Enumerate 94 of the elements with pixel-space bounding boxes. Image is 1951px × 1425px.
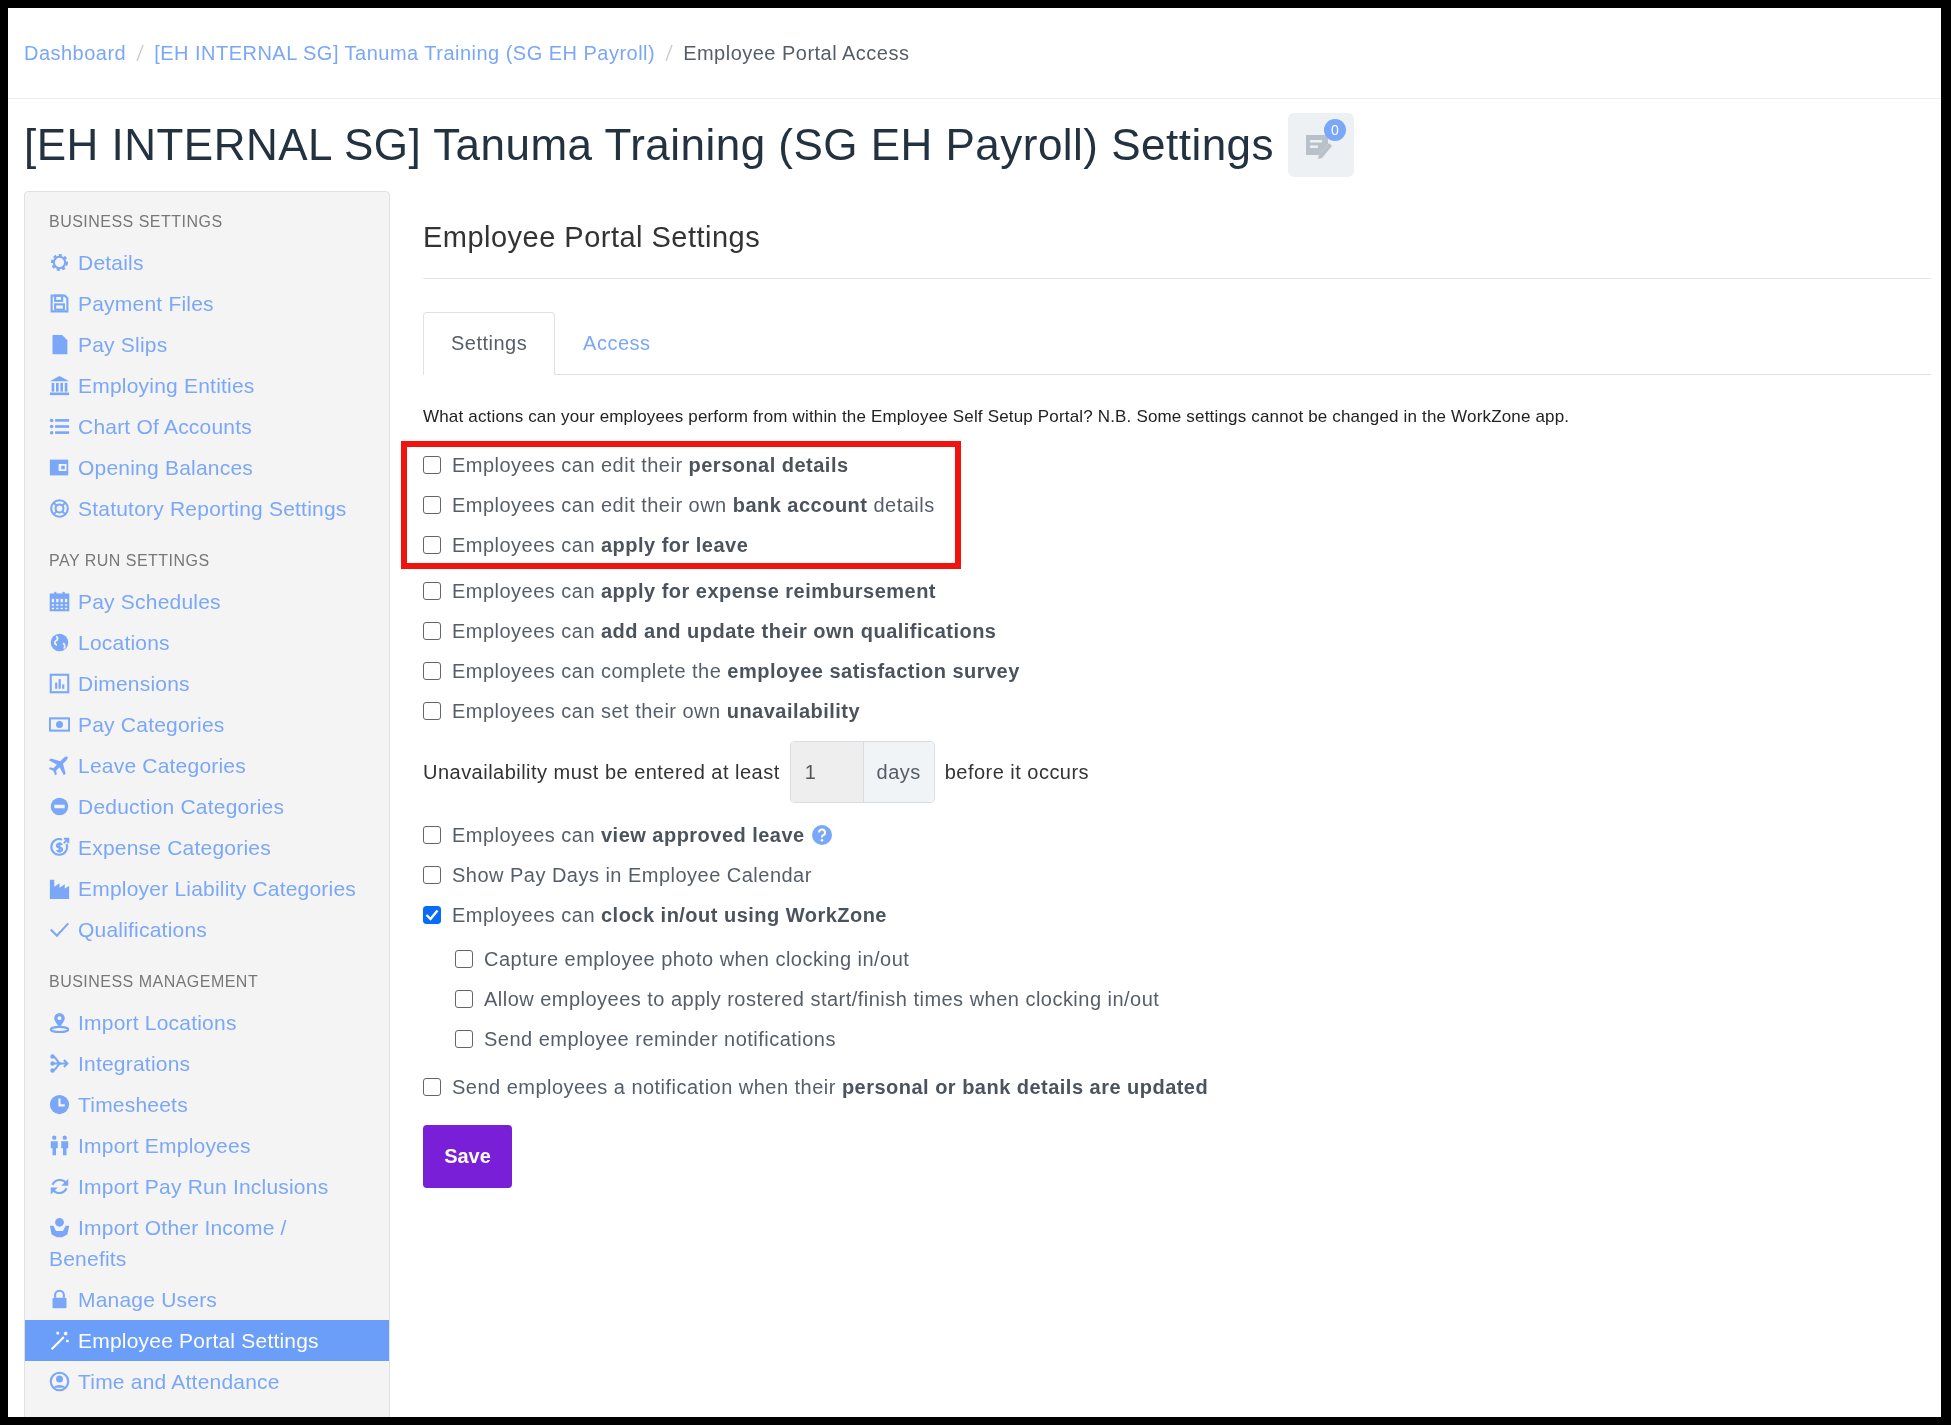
sidebar-heading: BUSINESS SETTINGS	[48, 212, 224, 232]
page-title: [EH INTERNAL SG] Tanuma Training (SG EH Payroll) Settings	[24, 120, 1274, 170]
sidebar-item[interactable]: Opening Balances	[25, 447, 389, 488]
breadcrumb-link[interactable]: [EH INTERNAL SG] Tanuma Training (SG EH Payroll)	[154, 41, 656, 65]
list-icon	[49, 416, 70, 437]
save-button[interactable]: Save	[423, 1125, 512, 1188]
option-label: Employees can edit their personal details	[452, 453, 849, 477]
sidebar-item[interactable]: Timesheets	[25, 1084, 389, 1125]
checkbox[interactable]	[455, 990, 473, 1008]
slash-separator-icon	[665, 44, 674, 62]
checkbox[interactable]	[423, 702, 441, 720]
option-label: Employees can set their own unavailability	[452, 699, 861, 723]
sidebar-item[interactable]: Import Employees	[25, 1125, 389, 1166]
field-label: before it occurs	[944, 760, 1090, 784]
option-label: Employees can add and update their own qualifications	[452, 619, 997, 643]
option-label: Capture employee photo when clocking in/out	[484, 947, 910, 971]
banknote-icon	[49, 714, 70, 735]
sidebar-item[interactable]: Employee Portal Settings	[25, 1320, 389, 1361]
sidebar-item[interactable]: Employing Entities	[25, 365, 389, 406]
checkbox[interactable]	[423, 622, 441, 640]
option-label: Employees can apply for expense reimbursement	[452, 579, 936, 603]
sidebar-item[interactable]: Manage Users	[25, 1279, 389, 1320]
bar-chart-icon	[49, 673, 70, 694]
checkbox[interactable]	[423, 1078, 441, 1096]
bank-icon	[49, 375, 70, 396]
notes-button[interactable]: 0	[1288, 113, 1354, 177]
checkbox[interactable]	[455, 1030, 473, 1048]
tab[interactable]: Settings	[423, 312, 556, 375]
sidebar-item[interactable]: Pay Categories	[25, 704, 389, 745]
magic-wand-icon	[49, 1330, 70, 1351]
sidebar-heading: PAY RUN SETTINGS	[48, 551, 211, 571]
option-label: Show Pay Days in Employee Calendar	[452, 863, 812, 887]
globe-icon	[49, 632, 70, 653]
lifebuoy-icon	[49, 498, 70, 519]
dollar-circle-icon	[49, 837, 70, 858]
checkbox[interactable]	[423, 536, 441, 554]
field-label: Unavailability must be entered at least	[423, 760, 780, 784]
option-label: Employees can view approved leave	[452, 823, 805, 847]
notification-badge: 0	[1324, 119, 1346, 141]
sidebar-item[interactable]: Employer Liability Categories	[25, 868, 389, 909]
sidebar-item[interactable]: Statutory Reporting Settings	[25, 488, 389, 529]
person-circle-icon	[49, 1371, 70, 1392]
airplane-icon	[49, 755, 70, 776]
sidebar-item[interactable]: Chart Of Accounts	[25, 406, 389, 447]
breadcrumb-current: Employee Portal Access	[683, 41, 910, 65]
unit-label: days	[863, 742, 934, 802]
checkbox[interactable]	[423, 826, 441, 844]
option-label: Employees can complete the employee satisfaction survey	[452, 659, 1020, 683]
sidebar-item[interactable]: Import Other Income / Benefits	[25, 1207, 389, 1279]
sidebar-item[interactable]: Leave Categories	[25, 745, 389, 786]
sidebar-item[interactable]: Locations	[25, 622, 389, 663]
sidebar-item[interactable]: Payment Files	[25, 283, 389, 324]
refresh-icon	[49, 1176, 70, 1197]
checkbox[interactable]	[423, 496, 441, 514]
factory-icon	[49, 878, 70, 899]
clock-icon	[49, 1094, 70, 1115]
branch-arrow-icon	[49, 1053, 70, 1074]
map-pin-icon	[49, 1012, 70, 1033]
option-label: Employees can apply for leave	[452, 533, 749, 557]
tab[interactable]: Access	[555, 312, 679, 375]
number-field[interactable]: 1	[790, 742, 864, 802]
sidebar-item[interactable]: Expense Categories	[25, 827, 389, 868]
sidebar-item[interactable]: Integrations	[25, 1043, 389, 1084]
hands-icon	[49, 1217, 70, 1238]
description-text: What actions can your employees perform from within the Employee Self Setup Portal? N.B. Some settings cannot be changed in the WorkZone app.	[423, 407, 1571, 427]
checkbox[interactable]	[423, 906, 441, 924]
people-icon	[49, 1135, 70, 1156]
checkbox[interactable]	[423, 456, 441, 474]
sidebar-item[interactable]: Time and Attendance	[25, 1361, 389, 1402]
breadcrumb-link[interactable]: Dashboard	[24, 41, 127, 65]
sidebar-item[interactable]: Details	[25, 242, 389, 283]
checkbox[interactable]	[423, 662, 441, 680]
option-label: Send employees a notification when their personal or bank details are updated	[452, 1075, 1209, 1099]
sidebar-item[interactable]: Deduction Categories	[25, 786, 389, 827]
wallet-icon	[49, 457, 70, 478]
checkbox[interactable]	[455, 950, 473, 968]
gear-icon	[49, 252, 70, 273]
checkbox[interactable]	[423, 582, 441, 600]
section-title: Employee Portal Settings	[423, 221, 1931, 279]
sidebar-item[interactable]: Import Locations	[25, 1002, 389, 1043]
option-label: Send employee reminder notifications	[484, 1027, 836, 1051]
option-label: Employees can clock in/out using WorkZone	[452, 903, 887, 927]
option-label: Employees can edit their own bank account details	[452, 493, 935, 517]
option-label: Allow employees to apply rostered start/finish times when clocking in/out	[484, 987, 1160, 1011]
sidebar-item[interactable]: Pay Slips	[25, 324, 389, 365]
sidebar-item[interactable]: Pay Schedules	[25, 581, 389, 622]
slash-separator-icon	[136, 44, 145, 62]
sidebar-item[interactable]: Import Pay Run Inclusions	[25, 1166, 389, 1207]
sidebar-heading: BUSINESS MANAGEMENT	[48, 972, 260, 992]
calendar-icon	[49, 591, 70, 612]
minus-circle-icon	[49, 796, 70, 817]
checkbox[interactable]	[423, 866, 441, 884]
sidebar-item[interactable]: Dimensions	[25, 663, 389, 704]
sidebar-item[interactable]: Qualifications	[25, 909, 389, 950]
